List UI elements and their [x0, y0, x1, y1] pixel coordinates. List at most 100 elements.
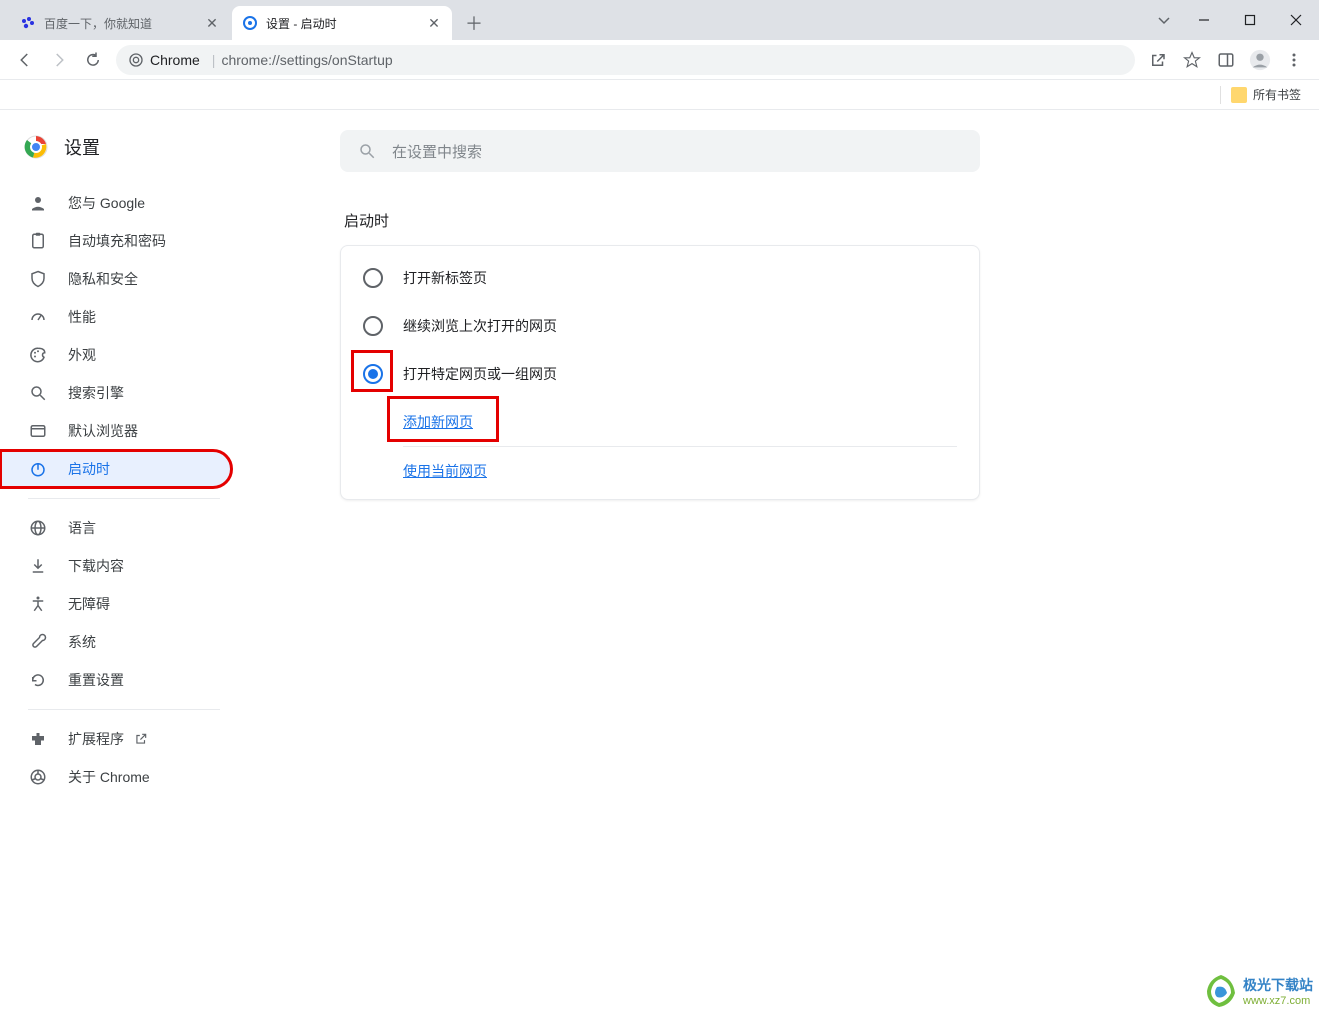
address-bar[interactable]: Chrome | chrome://settings/onStartup [116, 45, 1135, 75]
titlebar: 百度一下，你就知道 ✕ 设置 - 启动时 ✕ ＋ [0, 0, 1319, 40]
bookmarks-bar: 所有书签 [0, 80, 1319, 110]
sidebar-item-on-startup[interactable]: 启动时 [0, 450, 232, 488]
sidebar-item-label: 隐私和安全 [68, 269, 138, 289]
divider [1220, 86, 1221, 104]
sidebar-item-label: 自动填充和密码 [68, 231, 166, 251]
url-prefix: Chrome [150, 52, 200, 68]
nav-list: 您与 Google 自动填充和密码 隐私和安全 性能 外观 搜索引擎 [0, 184, 240, 796]
radio-label: 继续浏览上次打开的网页 [403, 316, 557, 336]
close-icon[interactable]: ✕ [426, 15, 442, 31]
sidebar-item-privacy[interactable]: 隐私和安全 [0, 260, 232, 298]
radio-label: 打开新标签页 [403, 268, 487, 288]
tab-inactive[interactable]: 百度一下，你就知道 ✕ [10, 6, 230, 40]
chrome-logo-icon [24, 135, 48, 159]
sidebar-item-extensions[interactable]: 扩展程序 [0, 720, 232, 758]
chrome-icon [128, 52, 144, 68]
power-icon [28, 459, 48, 479]
sidebar-item-autofill[interactable]: 自动填充和密码 [0, 222, 232, 260]
search-placeholder: 在设置中搜索 [392, 141, 482, 162]
tab-title: 设置 - 启动时 [266, 15, 337, 32]
sidebar-item-languages[interactable]: 语言 [0, 509, 232, 547]
sidebar-item-downloads[interactable]: 下载内容 [0, 547, 232, 585]
radio-label: 打开特定网页或一组网页 [403, 364, 557, 384]
sidebar-item-appearance[interactable]: 外观 [0, 336, 232, 374]
browser-icon [28, 421, 48, 441]
settings-search-input[interactable]: 在设置中搜索 [340, 130, 980, 172]
globe-icon [28, 518, 48, 538]
watermark-text: 极光下载站 [1243, 977, 1313, 993]
watermark-logo-icon [1203, 973, 1239, 1009]
sidebar-item-label: 重置设置 [68, 670, 124, 690]
bookmark-star-button[interactable] [1175, 43, 1209, 77]
sidebar-item-performance[interactable]: 性能 [0, 298, 232, 336]
profile-button[interactable] [1243, 43, 1277, 77]
sidebar-item-label: 默认浏览器 [68, 421, 138, 441]
url-path: chrome://settings/onStartup [221, 52, 392, 68]
external-link-icon [134, 732, 148, 746]
reload-button[interactable] [76, 43, 110, 77]
shield-icon [28, 269, 48, 289]
sidebar-item-label: 扩展程序 [68, 729, 124, 749]
side-panel-button[interactable] [1209, 43, 1243, 77]
dropdown-button[interactable] [1147, 5, 1181, 35]
maximize-button[interactable] [1227, 5, 1273, 35]
settings-favicon [242, 15, 258, 31]
window-controls [1147, 0, 1319, 40]
watermark: 极光下载站 www.xz7.com [1203, 973, 1313, 1009]
accessibility-icon [28, 594, 48, 614]
tab-strip: 百度一下，你就知道 ✕ 设置 - 启动时 ✕ ＋ [0, 0, 488, 40]
new-tab-button[interactable]: ＋ [460, 9, 488, 37]
settings-page: 设置 您与 Google 自动填充和密码 隐私和安全 性能 外观 [0, 110, 1319, 1013]
wrench-icon [28, 632, 48, 652]
radio-option-new-tab[interactable]: 打开新标签页 [341, 254, 979, 302]
sidebar-item-about-chrome[interactable]: 关于 Chrome [0, 758, 232, 796]
url-separator: | [212, 52, 216, 68]
sidebar-item-label: 无障碍 [68, 594, 110, 614]
close-icon[interactable]: ✕ [204, 15, 220, 31]
sidebar-header: 设置 [0, 130, 240, 184]
radio-checked-icon [363, 364, 383, 384]
minimize-button[interactable] [1181, 5, 1227, 35]
sidebar-item-label: 关于 Chrome [68, 767, 150, 787]
sidebar-item-label: 搜索引擎 [68, 383, 124, 403]
all-bookmarks-label: 所有书签 [1253, 86, 1301, 103]
share-button[interactable] [1141, 43, 1175, 77]
person-icon [28, 193, 48, 213]
menu-button[interactable] [1277, 43, 1311, 77]
use-current-pages-link[interactable]: 使用当前网页 [403, 463, 487, 479]
chrome-icon [28, 767, 48, 787]
toolbar: Chrome | chrome://settings/onStartup [0, 40, 1319, 80]
add-new-page-row[interactable]: 添加新网页 [341, 398, 979, 446]
folder-icon [1231, 87, 1247, 103]
add-new-page-link[interactable]: 添加新网页 [403, 414, 473, 430]
tab-title: 百度一下，你就知道 [44, 15, 152, 32]
sidebar-item-system[interactable]: 系统 [0, 623, 232, 661]
sidebar-item-you-and-google[interactable]: 您与 Google [0, 184, 232, 222]
speedometer-icon [28, 307, 48, 327]
all-bookmarks-button[interactable]: 所有书签 [1231, 86, 1301, 103]
close-window-button[interactable] [1273, 5, 1319, 35]
restore-icon [28, 670, 48, 690]
sidebar-item-default-browser[interactable]: 默认浏览器 [0, 412, 232, 450]
sidebar-item-accessibility[interactable]: 无障碍 [0, 585, 232, 623]
radio-unchecked-icon [363, 268, 383, 288]
sidebar-item-search-engine[interactable]: 搜索引擎 [0, 374, 232, 412]
nav-divider [28, 709, 220, 710]
section-title: 启动时 [344, 210, 1319, 231]
search-icon [358, 142, 376, 160]
sidebar-item-label: 语言 [68, 518, 96, 538]
forward-button[interactable] [42, 43, 76, 77]
main-content: 在设置中搜索 启动时 打开新标签页 继续浏览上次打开的网页 打开特定网页或一组网… [240, 110, 1319, 1013]
clipboard-icon [28, 231, 48, 251]
back-button[interactable] [8, 43, 42, 77]
sidebar-item-label: 外观 [68, 345, 96, 365]
radio-option-continue[interactable]: 继续浏览上次打开的网页 [341, 302, 979, 350]
sidebar-item-label: 启动时 [68, 459, 110, 479]
use-current-pages-row[interactable]: 使用当前网页 [341, 447, 979, 499]
tab-active[interactable]: 设置 - 启动时 ✕ [232, 6, 452, 40]
sidebar-item-reset[interactable]: 重置设置 [0, 661, 232, 699]
radio-option-specific-pages[interactable]: 打开特定网页或一组网页 [341, 350, 979, 398]
radio-unchecked-icon [363, 316, 383, 336]
sidebar-item-label: 下载内容 [68, 556, 124, 576]
palette-icon [28, 345, 48, 365]
